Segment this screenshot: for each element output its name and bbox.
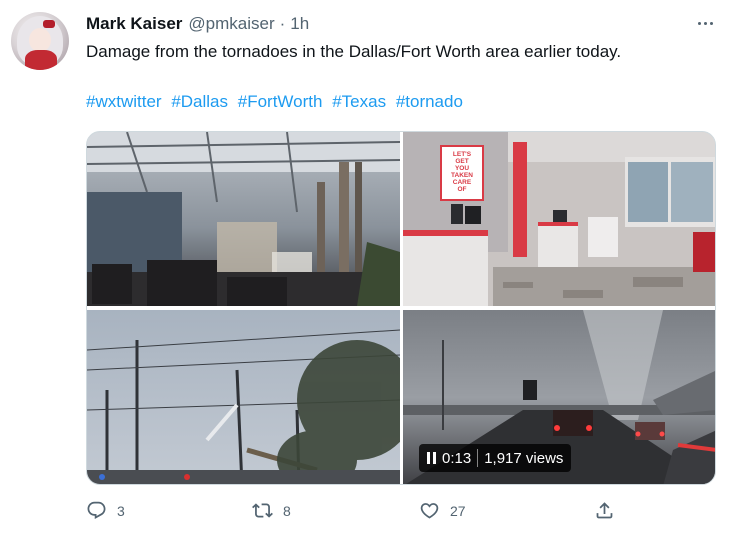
video-duration: 0:13 xyxy=(442,449,472,467)
avatar[interactable] xyxy=(11,12,69,70)
hashtag-link[interactable]: #wxtwitter xyxy=(86,92,162,111)
retweet-count: 8 xyxy=(283,502,291,519)
video-tornado-highway[interactable]: 0:13 1,917 views xyxy=(403,310,715,484)
retweet-button[interactable]: 8 xyxy=(252,500,291,521)
video-views: 1,917 views xyxy=(484,449,564,467)
sign-text-line: CARE xyxy=(453,179,472,186)
hashtag-link[interactable]: #tornado xyxy=(396,92,463,111)
tweet-header: Mark Kaiser @pmkaiser · 1h xyxy=(86,14,309,36)
heart-icon xyxy=(420,503,439,519)
tweet-text: Damage from the tornadoes in the Dallas/… xyxy=(86,42,622,61)
separator-dot: · xyxy=(279,14,286,33)
share-button[interactable] xyxy=(594,500,615,521)
more-options-icon[interactable] xyxy=(692,12,718,34)
photo-power-lines[interactable] xyxy=(87,310,400,484)
sign-text-line: OF xyxy=(457,186,466,193)
photo-office-damage[interactable]: LET'S GET YOU TAKEN CARE OF xyxy=(403,132,715,306)
reply-icon xyxy=(87,501,106,519)
sign-text-line: YOU xyxy=(455,165,469,172)
pause-icon[interactable] xyxy=(427,452,436,464)
like-button[interactable]: 27 xyxy=(419,500,466,521)
tweet-timestamp[interactable]: 1h xyxy=(290,14,309,34)
action-bar: 3 8 27 xyxy=(86,500,626,528)
retweet-icon xyxy=(252,503,273,518)
sign-text-line: LET'S xyxy=(453,151,472,158)
tweet: Mark Kaiser @pmkaiser · 1h Damage from t… xyxy=(0,0,733,535)
hashtag-link[interactable]: #Dallas xyxy=(171,92,228,111)
media-grid: LET'S GET YOU TAKEN CARE OF 0:13 1,917 v… xyxy=(86,131,716,485)
hashtag-link[interactable]: #Texas xyxy=(332,92,386,111)
reply-button[interactable]: 3 xyxy=(86,500,125,521)
like-count: 27 xyxy=(450,502,466,519)
hashtag-list: #wxtwitter #Dallas #FortWorth #Texas #to… xyxy=(86,90,468,114)
author-name[interactable]: Mark Kaiser xyxy=(86,14,182,34)
reply-count: 3 xyxy=(117,502,125,519)
video-info-badge: 0:13 1,917 views xyxy=(419,444,572,472)
share-icon xyxy=(596,502,613,519)
hashtag-link[interactable]: #FortWorth xyxy=(238,92,323,111)
sign-text-line: TAKEN xyxy=(451,172,473,179)
author-handle[interactable]: @pmkaiser xyxy=(188,14,274,34)
sign-text-line: GET xyxy=(455,158,468,165)
photo-store-damage[interactable] xyxy=(87,132,400,306)
